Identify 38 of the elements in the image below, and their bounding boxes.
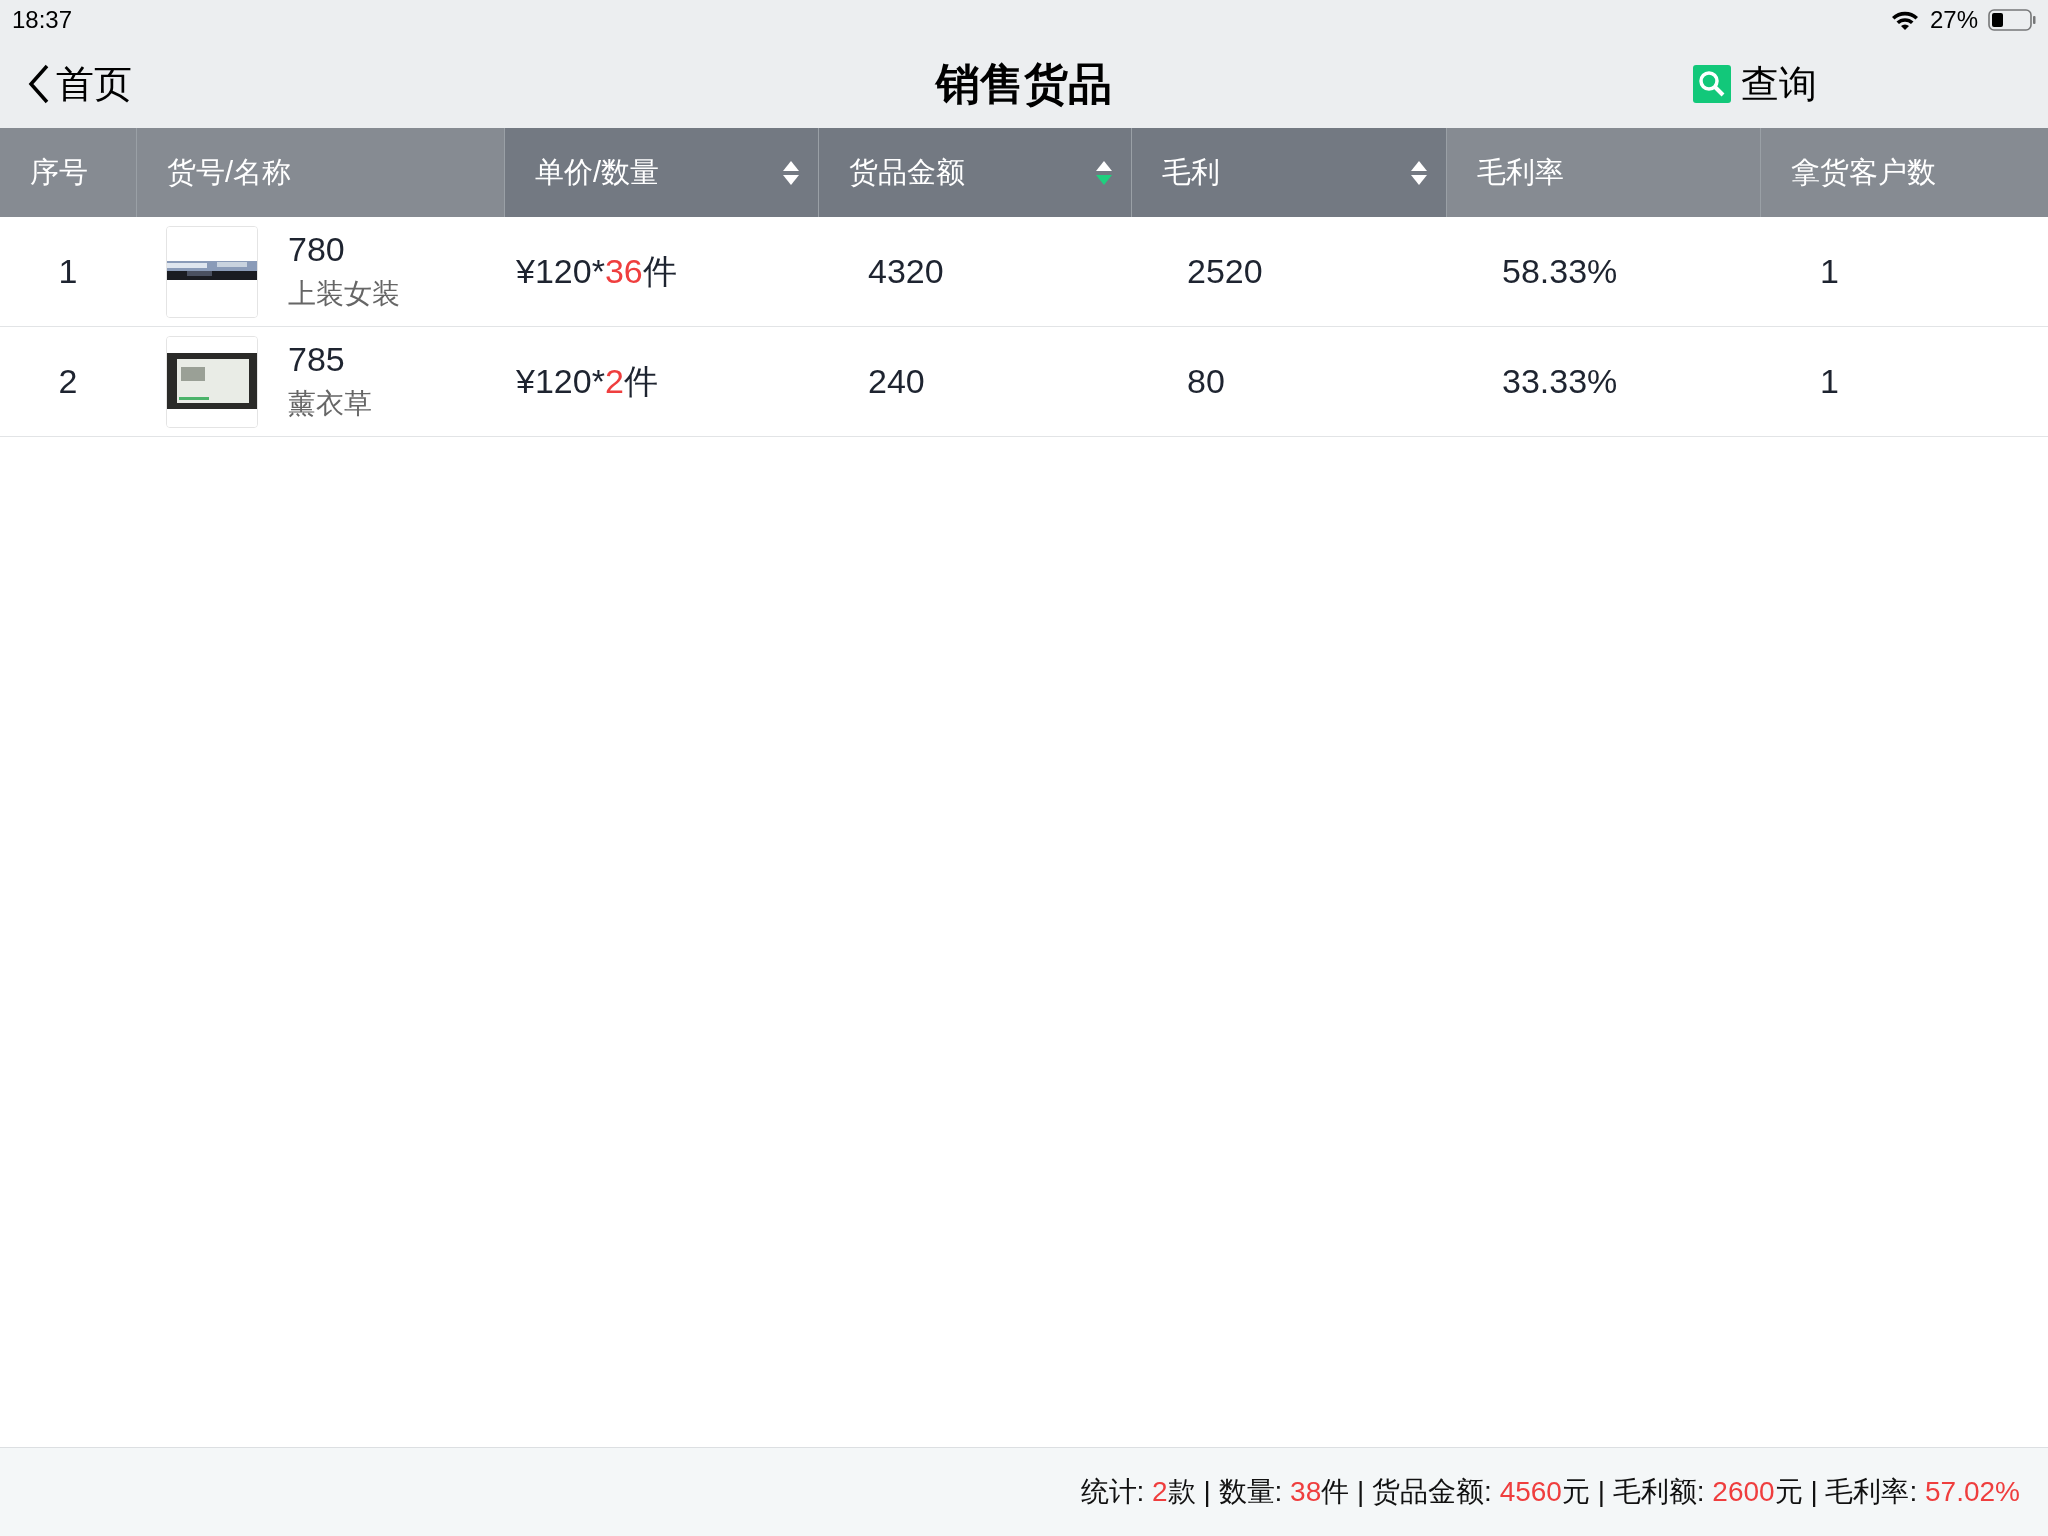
column-header-label: 单价/数量 <box>535 154 660 190</box>
sortable-column-header[interactable]: 单价/数量 <box>504 128 818 217</box>
page-title: 销售货品 <box>936 57 1112 110</box>
customer-count-cell: 1 <box>1820 252 1839 290</box>
search-button[interactable]: 查询 <box>1687 57 1823 111</box>
index-cell-text: 2 <box>57 362 79 401</box>
column-header-label: 拿货客户数 <box>1791 154 1936 190</box>
column-header-label: 货品金额 <box>849 154 965 190</box>
back-button[interactable]: 首页 <box>0 57 138 111</box>
battery-percent: 27% <box>1929 6 1978 34</box>
product-code: 785 <box>288 340 346 379</box>
sort-icon[interactable] <box>1410 159 1428 186</box>
column-header-label: 毛利率 <box>1477 154 1564 190</box>
margin-cell: 58.33% <box>1502 252 1618 290</box>
price-quantity: ¥120*2件 <box>516 361 658 400</box>
sortable-column-header[interactable]: 货品金额 <box>818 128 1131 217</box>
profit-cell: 80 <box>1187 362 1225 400</box>
sort-icon[interactable] <box>782 159 800 186</box>
column-header-label: 货号/名称 <box>167 154 292 190</box>
customer-count-cell: 1 <box>1820 362 1839 400</box>
index-cell-text: 1 <box>57 252 79 291</box>
sort-icon[interactable] <box>1095 159 1113 186</box>
column-header-label: 毛利 <box>1162 154 1220 190</box>
product-name: 上装女装 <box>288 277 400 311</box>
sortable-column-header[interactable]: 毛利 <box>1131 128 1446 217</box>
amount-cell: 4320 <box>868 252 944 290</box>
status-time: 18:37 <box>12 6 73 34</box>
search-icon <box>1693 65 1731 103</box>
battery-icon <box>1988 9 2036 31</box>
product-code: 780 <box>288 230 346 269</box>
profit-cell: 2520 <box>1187 252 1263 290</box>
back-chevron-icon <box>28 64 50 104</box>
amount-cell: 240 <box>868 362 925 400</box>
price-quantity: ¥120*36件 <box>516 251 677 290</box>
summary-text: 统计: 2款 | 数量: 38件 | 货品金额: 4560元 | 毛利额: 2600元 | 毛利率: 57.02% <box>1080 1475 2020 1509</box>
product-name: 薰衣草 <box>288 387 372 421</box>
margin-cell: 33.33% <box>1502 362 1618 400</box>
column-header-label: 序号 <box>30 154 88 190</box>
